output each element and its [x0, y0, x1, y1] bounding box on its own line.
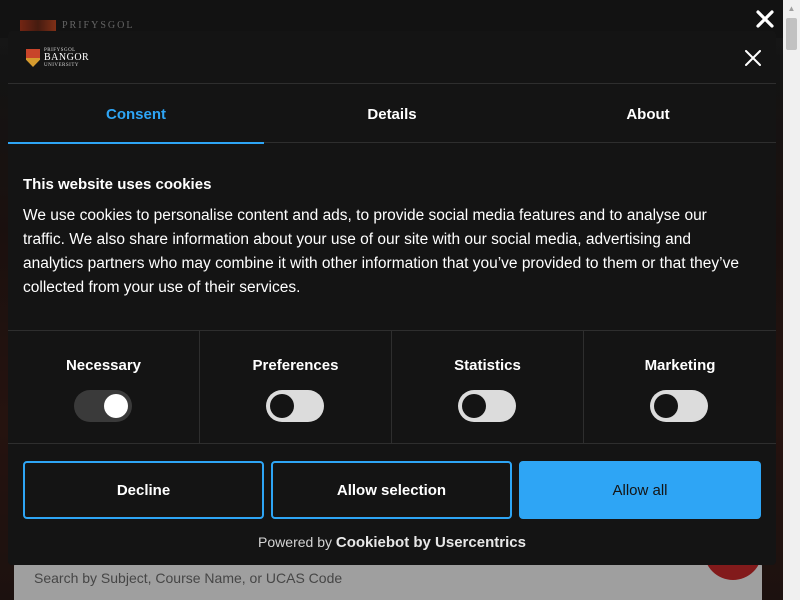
toggle-necessary: Necessary — [8, 331, 200, 444]
switch-knob — [654, 394, 678, 418]
toggle-label-necessary: Necessary — [65, 357, 142, 374]
dialog-header: PRIFYSGOL BANGOR UNIVERSITY — [8, 31, 776, 84]
allow-selection-button[interactable]: Allow selection — [271, 461, 512, 519]
university-crest-icon — [26, 49, 40, 67]
brand-sub-text: UNIVERSITY — [44, 63, 79, 68]
allow-all-button[interactable]: Allow all — [519, 461, 761, 519]
toggle-marketing: Marketing — [584, 331, 776, 444]
scroll-up-arrow-icon[interactable]: ▲ — [783, 0, 800, 17]
toggle-label-preferences: Preferences — [252, 357, 339, 374]
consent-buttons: Decline Allow selection Allow all — [23, 461, 761, 519]
cookie-consent-dialog: PRIFYSGOL BANGOR UNIVERSITY Consent Deta… — [8, 31, 776, 565]
cookie-heading: This website uses cookies — [23, 176, 212, 193]
close-icon — [745, 50, 761, 66]
switch-knob — [104, 394, 128, 418]
switch-knob — [462, 394, 486, 418]
switch-knob — [270, 394, 294, 418]
tab-about[interactable]: About — [520, 85, 776, 143]
scroll-thumb[interactable] — [786, 18, 797, 50]
consent-tabs: Consent Details About — [8, 85, 776, 144]
statistics-switch[interactable] — [458, 390, 516, 422]
necessary-switch[interactable] — [74, 390, 132, 422]
marketing-switch[interactable] — [650, 390, 708, 422]
toggle-statistics: Statistics — [392, 331, 584, 444]
bangor-university-logo: PRIFYSGOL BANGOR UNIVERSITY — [26, 47, 96, 69]
close-icon — [756, 10, 774, 28]
cookie-description: We use cookies to personalise content an… — [23, 207, 739, 296]
dialog-close-button[interactable] — [742, 47, 764, 69]
toggle-label-statistics: Statistics — [454, 357, 521, 374]
overlay-close-button[interactable] — [752, 6, 778, 32]
preferences-switch[interactable] — [266, 390, 324, 422]
toggle-label-marketing: Marketing — [644, 357, 716, 374]
page-scrollbar[interactable]: ▲ — [783, 0, 800, 600]
toggle-preferences: Preferences — [200, 331, 392, 444]
cookiebot-link[interactable]: Cookiebot by Usercentrics — [336, 534, 526, 551]
brand-wordmark: PRIFYSGOL BANGOR UNIVERSITY — [44, 48, 89, 68]
brand-main-text: BANGOR — [44, 52, 90, 63]
tab-details[interactable]: Details — [264, 85, 520, 143]
decline-button[interactable]: Decline — [23, 461, 264, 519]
consent-body: This website uses cookies We use cookies… — [8, 143, 776, 331]
powered-by: Powered by Cookiebot by Usercentrics — [8, 534, 776, 551]
powered-by-prefix: Powered by — [258, 534, 332, 550]
consent-toggles: Necessary Preferences Statistics Marketi… — [8, 331, 776, 444]
tab-consent[interactable]: Consent — [8, 85, 264, 144]
